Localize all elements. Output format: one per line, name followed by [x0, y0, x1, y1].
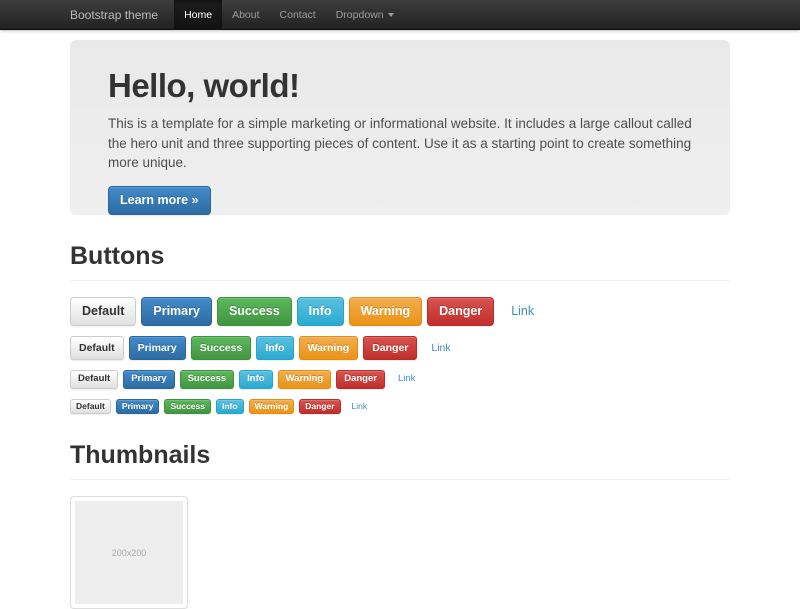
link-button-lg[interactable]: Link	[499, 297, 546, 326]
button-row-sm: Default Primary SuccessInfo WarningDanger Li…	[70, 370, 730, 389]
warning-button-md[interactable]: Warning	[299, 336, 359, 360]
danger-button-lg[interactable]: Danger	[427, 297, 494, 326]
nav-item-contact[interactable]: Contact	[270, 0, 326, 30]
button-row-xs: Default Primary Success Info Warning Danger Li…	[70, 399, 730, 414]
warning-button-sm[interactable]: Warning	[278, 370, 332, 389]
navbar: Bootstrap theme Home About Contact Dropdown	[0, 0, 800, 30]
nav-item-dropdown[interactable]: Dropdown	[326, 0, 404, 30]
placeholder-label: 200x200	[112, 548, 147, 558]
navbar-container: Bootstrap theme Home About Contact Dropdown	[70, 0, 730, 30]
navbar-brand[interactable]: Bootstrap theme	[70, 0, 158, 30]
page-container: Hello, world! This is a template for a s…	[70, 40, 730, 609]
success-button-sm[interactable]: Success	[180, 370, 235, 389]
success-button-lg[interactable]: Success	[217, 297, 292, 326]
warning-button-lg[interactable]: Warning	[349, 297, 423, 326]
nav-item-label: Dropdown	[336, 9, 384, 21]
caret-down-icon	[388, 13, 394, 17]
placeholder-image: 200x200	[75, 501, 183, 604]
danger-button-md[interactable]: Danger	[363, 336, 417, 360]
default-button-xs[interactable]: Default	[70, 399, 111, 414]
button-row-md: DefaultPrimarySuccessInfoWarningDangerLi…	[70, 336, 730, 360]
hero: Hello, world! This is a template for a s…	[70, 40, 730, 215]
primary-button-lg[interactable]: Primary	[141, 297, 212, 326]
primary-button-sm[interactable]: Primary	[123, 370, 174, 389]
buttons-heading: Buttons	[70, 242, 730, 281]
primary-button-xs[interactable]: Primary	[116, 399, 160, 414]
default-button-lg[interactable]: Default	[70, 297, 136, 326]
warning-button-xs[interactable]: Warning	[249, 399, 295, 414]
learn-more-button[interactable]: Learn more »	[108, 186, 211, 215]
hero-title: Hello, world!	[108, 68, 692, 104]
thumbnail[interactable]: 200x200	[70, 496, 188, 609]
danger-button-sm[interactable]: Danger	[336, 370, 385, 389]
default-button-sm[interactable]: Default	[70, 370, 118, 389]
nav-item-label: Contact	[280, 9, 316, 21]
link-button-sm[interactable]: Link	[390, 370, 423, 389]
nav-item-label: About	[232, 9, 259, 21]
button-rows: DefaultPrimarySuccessInfoWarningDangerLi…	[70, 297, 730, 414]
link-button-md[interactable]: Link	[422, 336, 459, 360]
hero-description: This is a template for a simple marketin…	[108, 114, 692, 173]
nav-item-about[interactable]: About	[222, 0, 269, 30]
thumbnails-heading: Thumbnails	[70, 441, 730, 480]
success-button-md[interactable]: Success	[191, 336, 252, 360]
info-button-xs[interactable]: Info	[216, 399, 244, 414]
success-button-xs[interactable]: Success	[164, 399, 211, 414]
info-button-lg[interactable]: Info	[297, 297, 344, 326]
thumbnail-row: 200x200	[70, 496, 730, 609]
danger-button-xs[interactable]: Danger	[299, 399, 340, 414]
info-button-sm[interactable]: Info	[239, 370, 272, 389]
button-row-lg: DefaultPrimarySuccessInfoWarningDangerLi…	[70, 297, 730, 326]
primary-button-md[interactable]: Primary	[129, 336, 186, 360]
info-button-md[interactable]: Info	[256, 336, 293, 360]
nav-item-label: Home	[184, 9, 212, 21]
navbar-menu: Home About Contact Dropdown	[174, 0, 404, 30]
nav-item-home[interactable]: Home	[174, 0, 222, 30]
link-button-xs[interactable]: Link	[346, 399, 374, 414]
default-button-md[interactable]: Default	[70, 336, 124, 360]
